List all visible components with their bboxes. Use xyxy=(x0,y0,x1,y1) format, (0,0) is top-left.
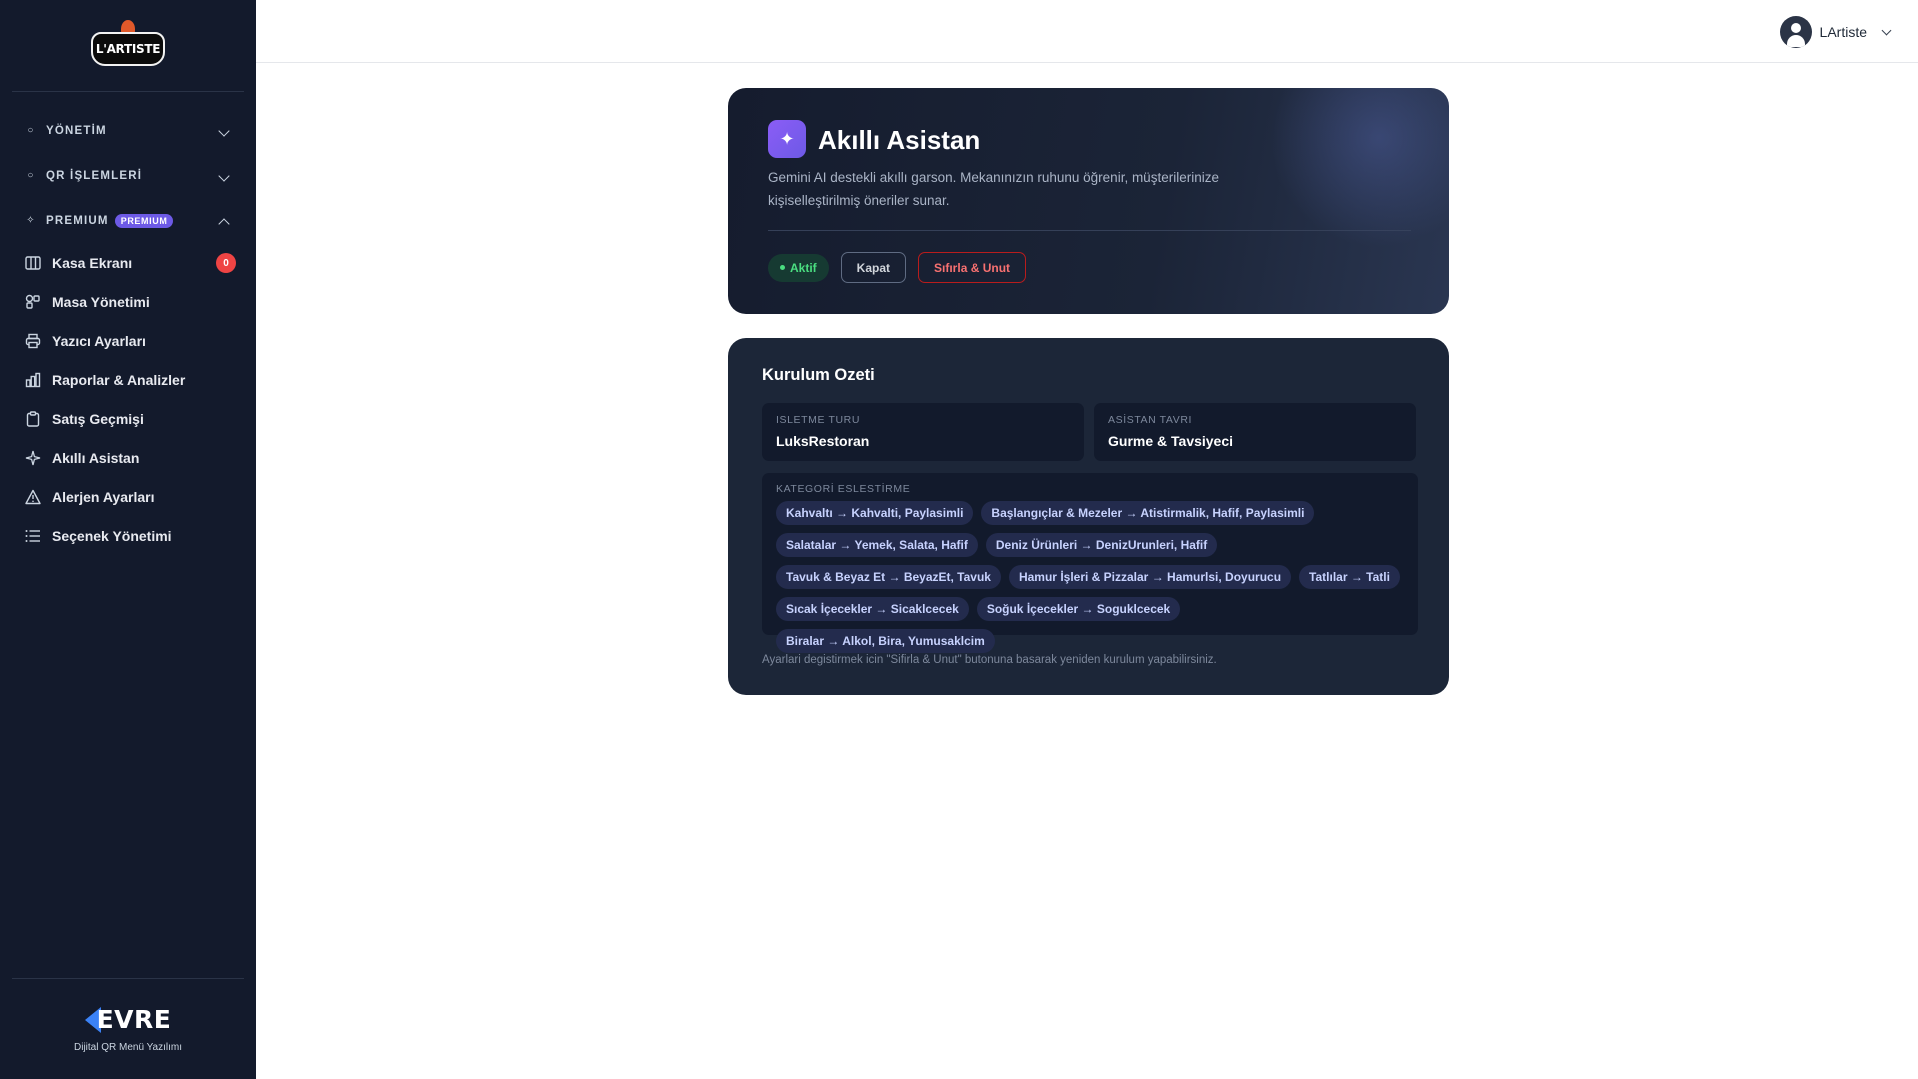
sidebar-item-label: Akıllı Asistan xyxy=(52,449,140,466)
footer-subtitle: Dijital QR Menü Yazılımı xyxy=(74,1042,182,1053)
sidebar-item-masa-yonetimi[interactable]: Masa Yönetimi xyxy=(0,282,256,321)
status-dot-icon xyxy=(780,265,785,270)
sidebar-item-kasa-ekrani[interactable]: Kasa Ekranı 0 xyxy=(0,243,256,282)
category-tag: Sıcak İçecekler → Sicaklcecek xyxy=(776,597,969,621)
clipboard-icon xyxy=(24,410,42,428)
columns-icon xyxy=(24,254,42,272)
top-bar: LArtiste xyxy=(256,0,1918,63)
assistant-actions: Aktif Kapat Sıfırla & Unut xyxy=(768,252,1027,283)
assistant-hero-card: ✦ Akıllı Asistan Gemini AI destekli akıl… xyxy=(728,88,1449,314)
chevron-down-icon xyxy=(218,169,230,182)
close-button[interactable]: Kapat xyxy=(840,252,907,283)
sidebar-item-label: Kasa Ekranı xyxy=(52,254,133,271)
page-title: Akıllı Asistan xyxy=(818,125,981,155)
category-tags: Kahvaltı → Kahvalti, Paylasimli Başlangı… xyxy=(776,501,1404,653)
premium-badge: PREMIUM xyxy=(114,213,174,228)
category-tag: Başlangıçlar & Mezeler → Atistirmalik, H… xyxy=(981,501,1315,525)
reset-forget-button[interactable]: Sıfırla & Unut xyxy=(918,252,1027,283)
category-mapping-label: KATEGORİ ESLESTİRME xyxy=(776,483,911,495)
sparkle-icon: ✦ xyxy=(768,120,806,158)
business-type-label: ISLETME TURU xyxy=(776,414,861,426)
category-tag: Hamur İşleri & Pizzalar → Hamurlsi, Doyu… xyxy=(1008,565,1292,589)
sidebar: L'ARTISTE ○ YÖNETİM ○ QR İŞLEMLERİ ✧ PRE… xyxy=(0,0,256,1079)
sidebar-item-satis-gecmisi[interactable]: Satış Geçmişi xyxy=(0,399,256,438)
brand-logo[interactable]: L'ARTISTE xyxy=(91,19,165,72)
section-label: PREMIUM xyxy=(46,214,109,227)
setup-summary-card: Kurulum Ozeti ISLETME TURU LuksRestoran … xyxy=(728,338,1449,695)
sidebar-item-raporlar[interactable]: Raporlar & Analizler xyxy=(0,360,256,399)
avatar[interactable] xyxy=(1779,16,1812,48)
divider xyxy=(768,230,1411,231)
summary-title: Kurulum Ozeti xyxy=(762,366,875,384)
evre-logo-text: EVRE xyxy=(96,1005,172,1034)
sidebar-item-secenek-yonetimi[interactable]: Seçenek Yönetimi xyxy=(0,516,256,555)
assistant-tone-field: ASİSTAN TAVRI Gurme & Tavsiyeci xyxy=(1094,403,1416,461)
warning-icon xyxy=(24,488,42,506)
list-icon xyxy=(24,527,42,545)
section-label: YÖNETİM xyxy=(46,124,107,137)
category-tag: Tatlılar → Tatli xyxy=(1299,565,1400,589)
category-tag: Salatalar → Yemek, Salata, Hafif xyxy=(776,533,978,557)
sidebar-item-label: Alerjen Ayarları xyxy=(52,488,155,505)
sidebar-item-akilli-asistan[interactable]: Akıllı Asistan xyxy=(0,438,256,477)
sidebar-item-label: Masa Yönetimi xyxy=(52,293,150,310)
evre-logo: EVRE xyxy=(84,1005,172,1034)
category-tag: Biralar → Alkol, Bira, Yumusaklcim xyxy=(776,629,995,653)
printer-icon xyxy=(24,332,42,350)
category-tag: Kahvaltı → Kahvalti, Paylasimli xyxy=(776,501,974,525)
sidebar-item-label: Seçenek Yönetimi xyxy=(52,527,172,544)
logo-text: L'ARTISTE xyxy=(95,41,161,56)
sparkle-icon xyxy=(24,449,42,467)
section-premium[interactable]: ✧ PREMIUM PREMIUM xyxy=(0,198,256,243)
business-type-value: LuksRestoran xyxy=(776,433,870,449)
chevron-up-icon xyxy=(218,217,230,230)
status-label: Aktif xyxy=(790,260,817,275)
category-tag: Deniz Ürünleri → DenizUrunleri, Hafif xyxy=(985,533,1218,557)
assistant-tone-label: ASİSTAN TAVRI xyxy=(1108,414,1193,426)
chevron-down-icon xyxy=(218,124,230,137)
reset-hint-note: Ayarlari degistirmek icin "Sifirla & Unu… xyxy=(762,654,1217,666)
assistant-description: Gemini AI destekli akıllı garson. Mekanı… xyxy=(768,170,1219,208)
sparkle-icon: ✧ xyxy=(26,215,36,226)
table-grid-icon xyxy=(24,293,42,311)
sidebar-item-yazici-ayarlari[interactable]: Yazıcı Ayarları xyxy=(0,321,256,360)
chevron-down-icon xyxy=(1881,25,1892,35)
sidebar-item-label: Yazıcı Ayarları xyxy=(52,332,146,349)
category-mapping: KATEGORİ ESLESTİRME Kahvaltı → Kahvalti,… xyxy=(762,473,1418,653)
sidebar-item-label: Satış Geçmişi xyxy=(52,410,144,427)
dot-icon: ○ xyxy=(27,125,35,136)
assistant-tone-value: Gurme & Tavsiyeci xyxy=(1108,433,1234,449)
notification-count-badge: 0 xyxy=(216,253,236,273)
business-type-field: ISLETME TURU LuksRestoran xyxy=(762,403,1084,461)
logo-area: L'ARTISTE xyxy=(12,0,244,92)
bar-chart-icon xyxy=(24,371,42,389)
dot-icon: ○ xyxy=(27,170,35,181)
sidebar-item-label: Raporlar & Analizler xyxy=(52,371,186,388)
sidebar-nav: ○ YÖNETİM ○ QR İŞLEMLERİ ✧ PREMIUM PREMI… xyxy=(0,92,256,555)
category-tag: Soğuk İçecekler → Soguklcecek xyxy=(976,597,1181,621)
section-label: QR İŞLEMLERİ xyxy=(46,169,143,182)
sidebar-item-alerjen-ayarlari[interactable]: Alerjen Ayarları xyxy=(0,477,256,516)
status-badge: Aktif xyxy=(768,253,829,282)
section-qr-islemleri[interactable]: ○ QR İŞLEMLERİ xyxy=(0,153,256,198)
category-tag: Tavuk & Beyaz Et → BeyazEt, Tavuk xyxy=(776,565,1001,589)
section-yonetim[interactable]: ○ YÖNETİM xyxy=(0,108,256,153)
user-name: LArtiste xyxy=(1819,24,1867,40)
sidebar-footer: EVRE Dijital QR Menü Yazılımı xyxy=(12,978,244,1079)
user-menu[interactable]: LArtiste xyxy=(1779,16,1892,48)
